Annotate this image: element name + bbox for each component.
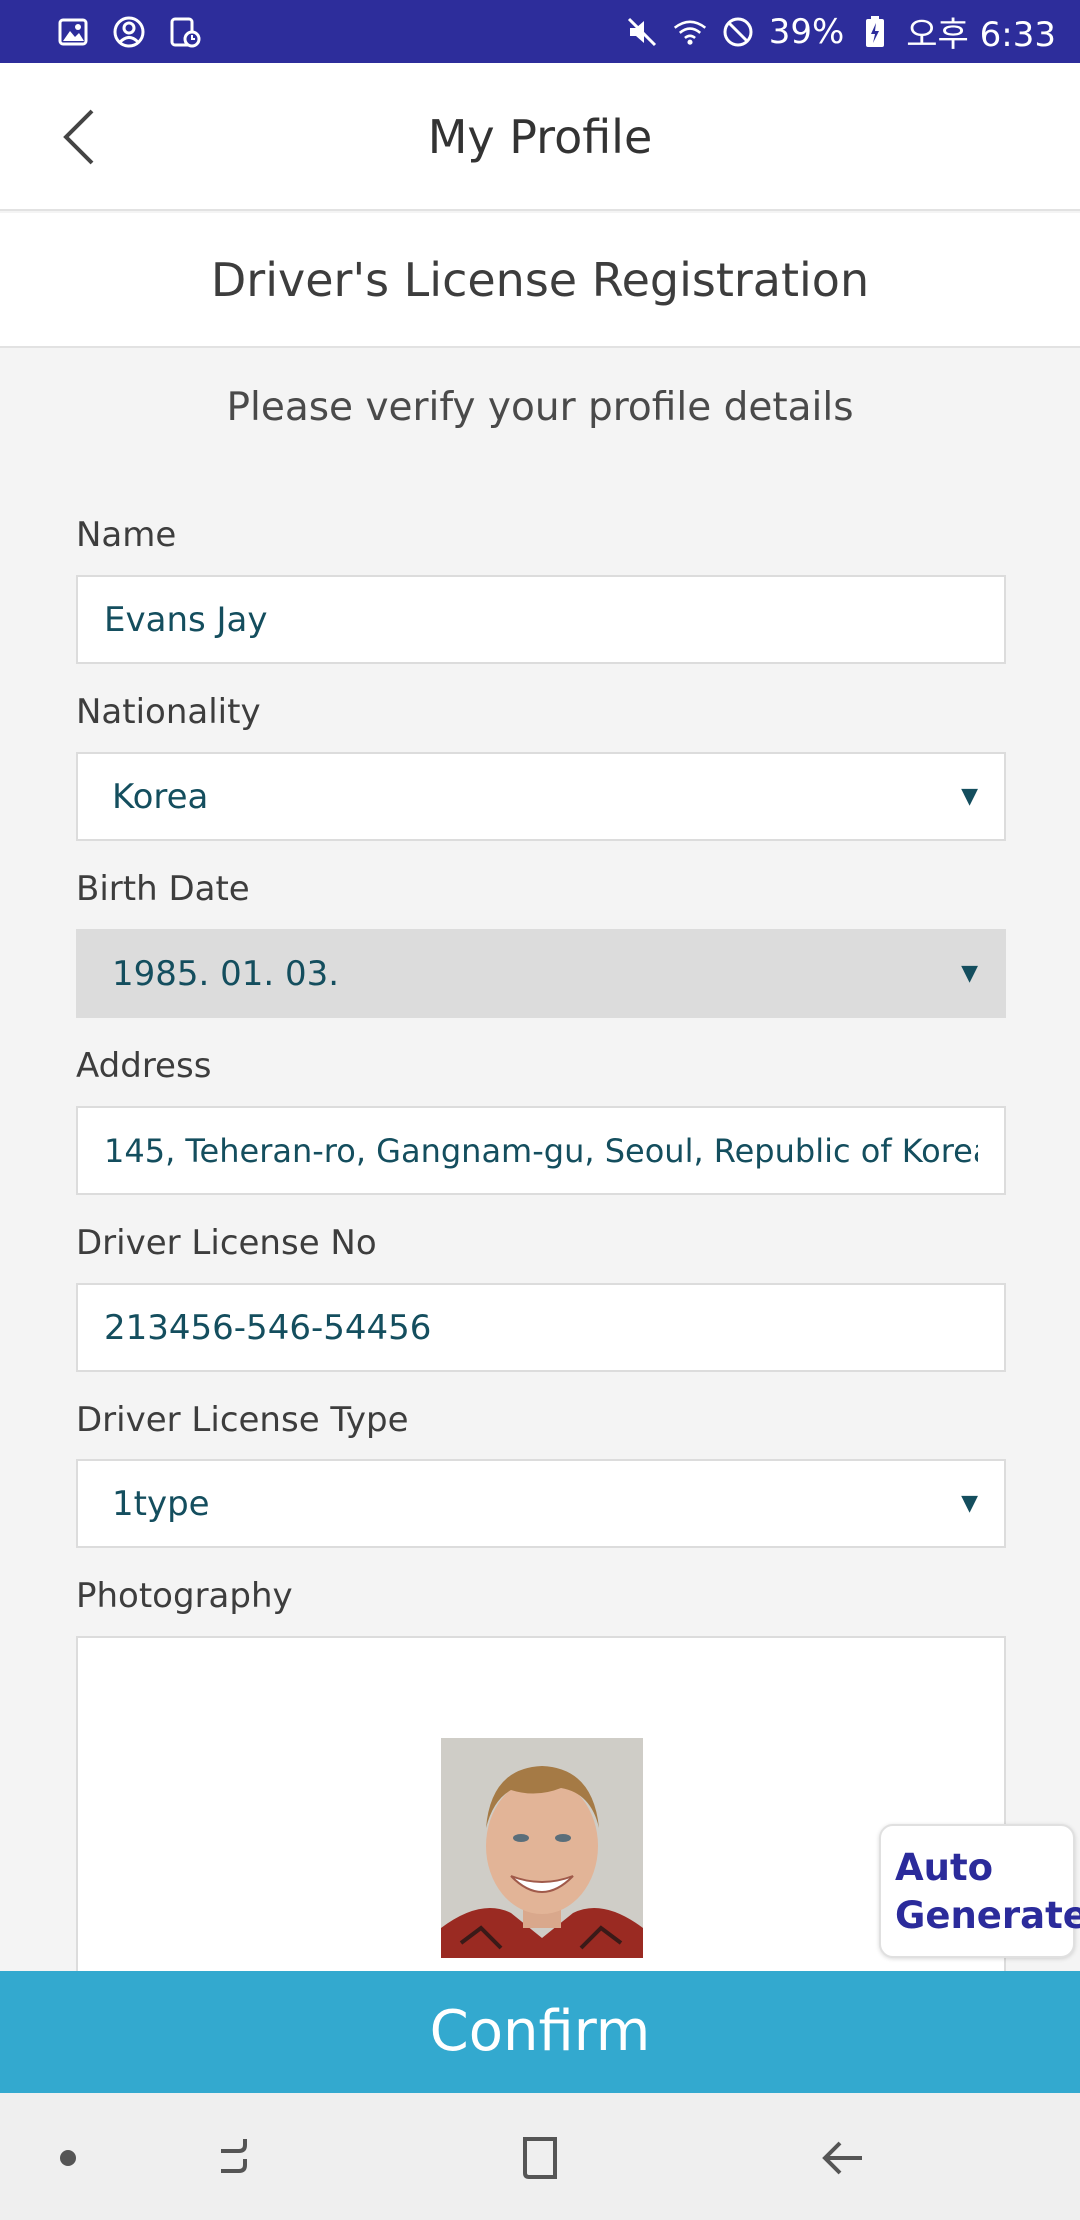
license-no-value: 213456-546-54456 xyxy=(104,1307,432,1348)
page-title: My Profile xyxy=(427,110,653,164)
confirm-button[interactable]: Confirm xyxy=(0,1971,1080,2093)
license-type-label: Driver License Type xyxy=(76,1400,409,1440)
clipboard-clock-icon xyxy=(168,15,202,49)
back-icon[interactable] xyxy=(808,2123,878,2193)
nationality-select[interactable]: Korea ▼ xyxy=(76,752,1006,841)
photo-upload-area[interactable] xyxy=(76,1636,1006,1976)
status-left xyxy=(56,15,202,49)
address-label: Address xyxy=(76,1046,212,1086)
do-not-disturb-icon xyxy=(721,15,755,49)
license-type-value: 1type xyxy=(112,1483,210,1524)
image-icon xyxy=(56,15,90,49)
wifi-icon xyxy=(673,15,707,49)
section-title: Driver's License Registration xyxy=(0,213,1080,348)
dot-icon[interactable] xyxy=(33,2123,103,2193)
status-bar: 39% 오후 6:33 xyxy=(0,0,1080,63)
navigation-bar xyxy=(0,2093,1080,2220)
nationality-label: Nationality xyxy=(76,692,261,732)
name-value: Evans Jay xyxy=(104,599,268,640)
birth-date-select[interactable]: 1985. 01. 03. ▼ xyxy=(76,929,1006,1018)
dropdown-caret-icon: ▼ xyxy=(961,961,978,986)
license-no-label: Driver License No xyxy=(76,1223,377,1263)
auto-generate-line1: Auto xyxy=(895,1846,994,1889)
battery-percent: 39% xyxy=(768,11,845,52)
birth-date-label: Birth Date xyxy=(76,869,250,909)
home-icon[interactable] xyxy=(505,2123,575,2193)
auto-generate-button[interactable]: Auto Generate xyxy=(879,1824,1080,1958)
status-right: 39% 오후 6:33 xyxy=(625,7,1056,56)
name-field[interactable]: Evans Jay xyxy=(76,575,1006,664)
status-time: 오후 6:33 xyxy=(906,15,1056,55)
photography-label: Photography xyxy=(76,1576,293,1616)
instruction-text: Please verify your profile details xyxy=(226,385,854,430)
recent-apps-icon[interactable] xyxy=(203,2123,273,2193)
name-label: Name xyxy=(76,515,177,555)
mute-icon xyxy=(625,15,659,49)
address-value: 145, Teheran-ro, Gangnam-gu, Seoul, Repu… xyxy=(104,1131,978,1170)
back-button[interactable] xyxy=(40,99,116,175)
license-type-select[interactable]: 1type ▼ xyxy=(76,1459,1006,1548)
auto-generate-line2: Generate xyxy=(895,1894,1080,1937)
chevron-left-icon xyxy=(63,109,94,165)
dropdown-caret-icon: ▼ xyxy=(961,1491,978,1516)
license-no-field[interactable]: 213456-546-54456 xyxy=(76,1283,1006,1372)
address-field[interactable]: 145, Teheran-ro, Gangnam-gu, Seoul, Repu… xyxy=(76,1106,1006,1195)
nationality-value: Korea xyxy=(112,776,209,817)
battery-charging-icon xyxy=(858,15,892,49)
dropdown-caret-icon: ▼ xyxy=(961,784,978,809)
profile-photo xyxy=(441,1738,643,1958)
account-circle-icon xyxy=(112,15,146,49)
birth-date-value: 1985. 01. 03. xyxy=(112,953,340,994)
app-header: My Profile xyxy=(0,63,1080,211)
